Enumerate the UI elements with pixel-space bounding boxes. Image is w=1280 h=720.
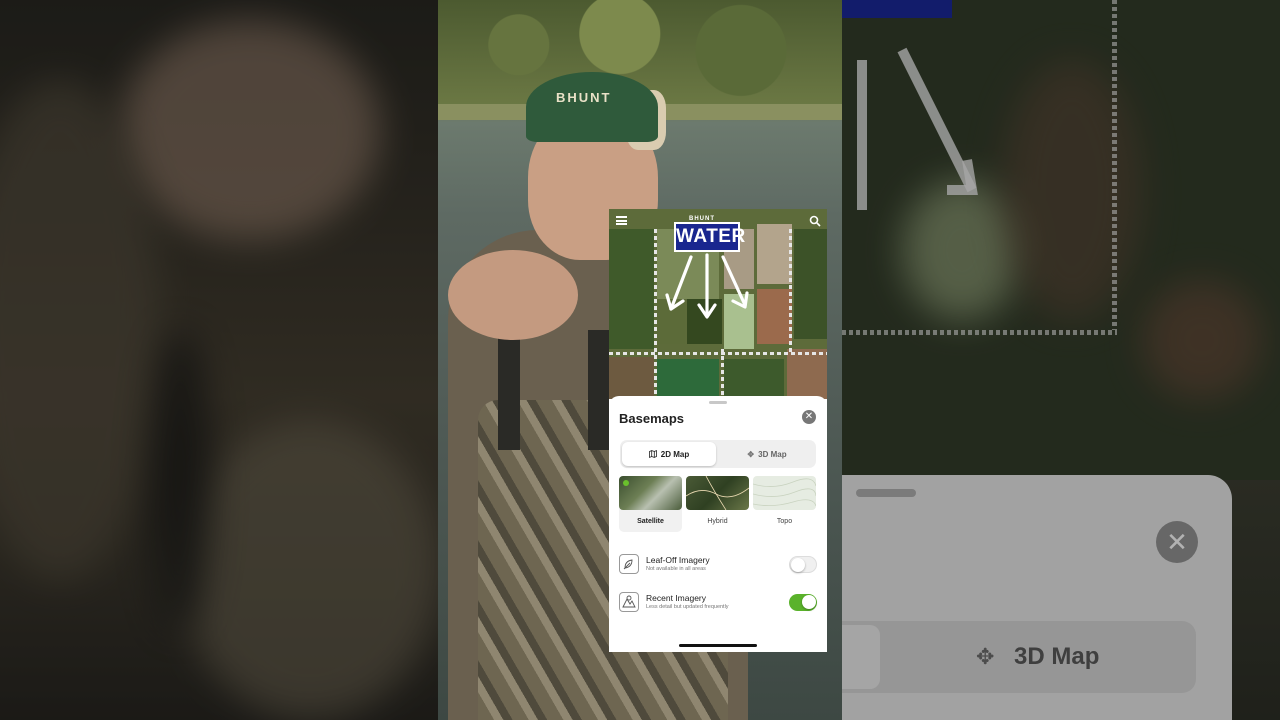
recent-imagery-title: Recent Imagery	[646, 593, 706, 603]
3d-icon: ✥	[747, 449, 755, 459]
wader-strap-right	[588, 330, 610, 450]
satellite-map[interactable]: BHUNT WATER	[609, 209, 827, 399]
recent-imagery-subtitle: Less detail but updated frequently	[646, 604, 729, 610]
home-indicator[interactable]	[679, 644, 757, 647]
tab-2d-map-label: 2D Map	[660, 449, 690, 459]
wader-strap-left	[498, 330, 520, 450]
satellite-thumbnail	[619, 476, 682, 510]
selected-indicator-icon	[623, 480, 629, 486]
hybrid-thumbnail	[686, 476, 749, 510]
sheet-drag-handle[interactable]	[709, 401, 727, 404]
sheet-title: Basemaps	[619, 411, 685, 426]
search-icon[interactable]	[809, 215, 821, 227]
basemap-hybrid-label: Hybrid	[707, 518, 728, 525]
topo-thumbnail	[753, 476, 816, 510]
map-icon	[648, 450, 657, 458]
water-annotation-label: WATER	[674, 222, 745, 252]
menu-icon[interactable]	[616, 216, 627, 225]
video-frame: BHUNT ✕ ✥ 3D Map BHUNT WATER Basemaps ✕ …	[0, 0, 1280, 720]
close-icon[interactable]: ✕	[802, 410, 816, 424]
leaf-off-toggle[interactable]	[789, 556, 817, 573]
cap-logo-text: BHUNT	[556, 90, 612, 105]
tab-3d-map[interactable]: ✥ 3D Map	[720, 442, 814, 466]
leaf-off-title: Leaf-Off Imagery	[646, 555, 710, 565]
recent-imagery-option: Recent Imagery Less detail but updated f…	[619, 592, 817, 614]
person-cap	[526, 72, 658, 142]
leaf-off-imagery-option: Leaf-Off Imagery Not available in all ar…	[619, 554, 817, 576]
basemap-satellite[interactable]: Satellite	[619, 476, 682, 532]
tab-3d-map-label: 3D Map	[758, 449, 787, 459]
basemap-topo-label: Topo	[776, 518, 793, 525]
basemap-topo[interactable]: Topo	[753, 476, 816, 525]
basemap-style-options: Satellite Hybrid Topo	[619, 476, 817, 532]
tab-2d-map[interactable]: 2D Map	[622, 442, 716, 466]
arrow-annotations	[665, 253, 749, 319]
blurred-right-panel: ✕ ✥ 3D Map	[842, 0, 1280, 720]
leaf-off-subtitle: Not available in all areas	[646, 566, 706, 572]
person-hand	[448, 250, 578, 340]
basemaps-sheet: Basemaps ✕ 2D Map ✥ 3D Map Satellite Hyb…	[609, 396, 827, 652]
blurred-left-panel	[0, 0, 438, 720]
map-dimension-segmented-control: 2D Map ✥ 3D Map	[620, 440, 816, 468]
basemap-hybrid[interactable]: Hybrid	[686, 476, 749, 525]
recent-imagery-toggle[interactable]	[789, 594, 817, 611]
app-screenshot: BHUNT WATER Basemaps ✕ 2D Map ✥ 3D Map S…	[609, 209, 827, 652]
leaf-icon	[619, 554, 639, 574]
recent-imagery-icon	[619, 592, 639, 612]
basemap-satellite-label: Satellite	[637, 518, 664, 525]
